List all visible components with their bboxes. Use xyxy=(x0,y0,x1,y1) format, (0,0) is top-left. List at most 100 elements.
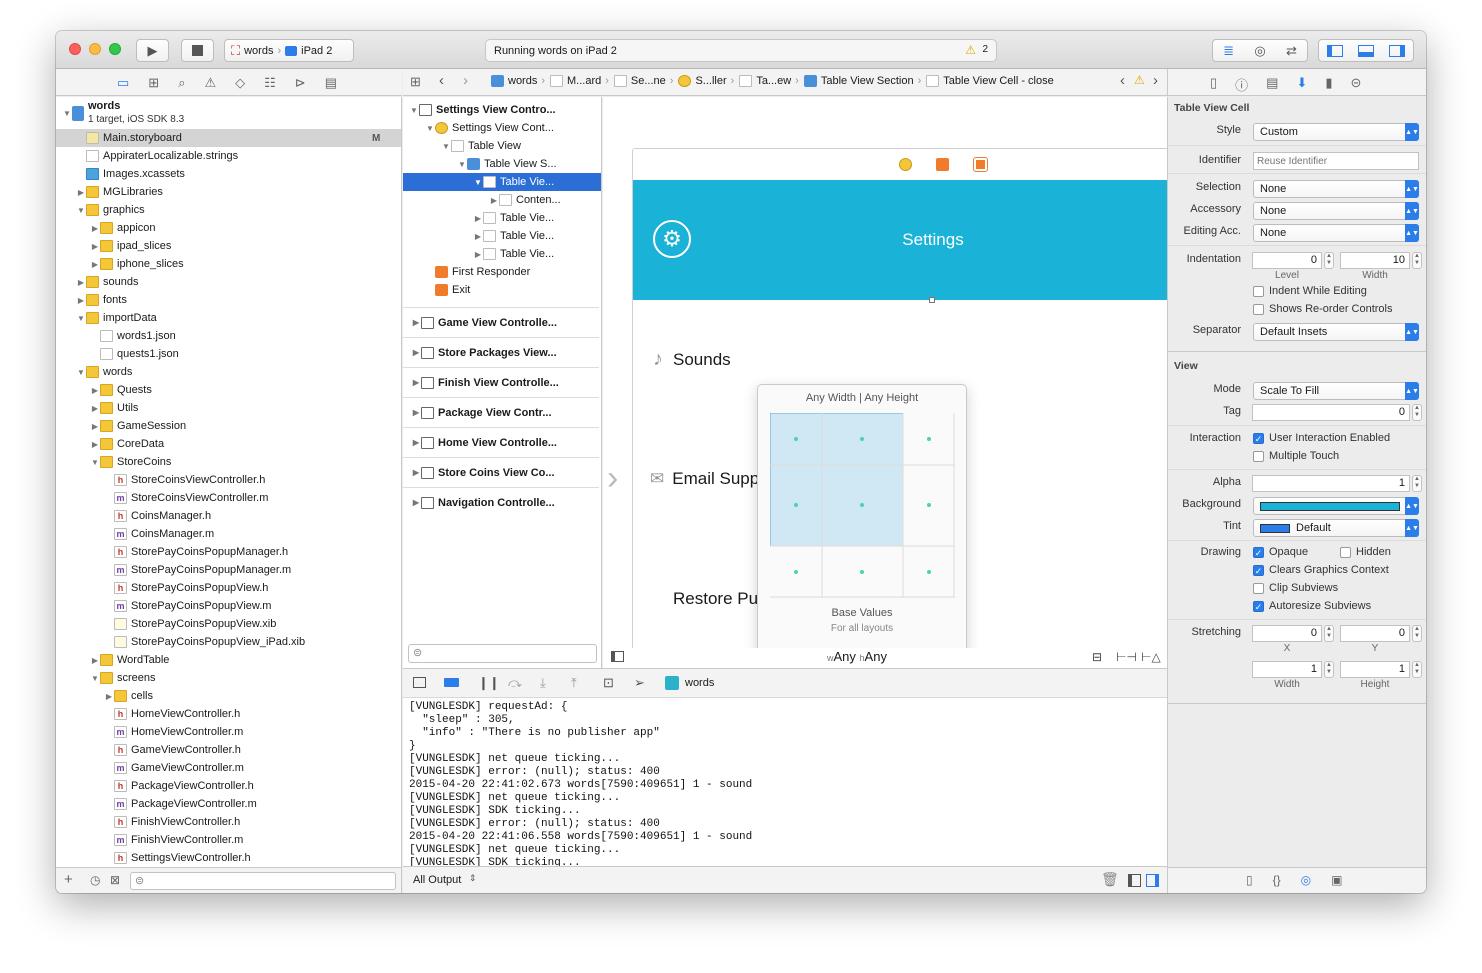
file-tree-item[interactable]: ▶ MGLibraries xyxy=(56,183,401,201)
scheme-selector[interactable]: ⛶ words › iPad 2 xyxy=(224,39,354,62)
standard-editor-icon[interactable]: ≣ xyxy=(1223,43,1234,59)
add-icon[interactable]: + xyxy=(64,871,73,888)
file-tree-item[interactable]: ▶ WordTable xyxy=(56,651,401,669)
shows-reorder-checkbox[interactable] xyxy=(1253,304,1264,315)
opaque-checkbox[interactable]: ✓ xyxy=(1253,547,1264,558)
scm-filter-icon[interactable]: ⊠ xyxy=(110,873,120,887)
scene-item[interactable]: ▶ Navigation Controlle... xyxy=(403,487,599,517)
file-tree-item[interactable]: ▼ words xyxy=(56,363,401,381)
related-items-icon[interactable]: ⊞ xyxy=(410,74,421,90)
size-class-grid[interactable] xyxy=(769,412,955,598)
disclosure-triangle-icon[interactable]: ▶ xyxy=(104,692,114,701)
view-debugger-icon[interactable]: ⊡ xyxy=(603,675,614,691)
file-tree-item[interactable]: Main.storyboard xyxy=(56,129,401,147)
project-root[interactable]: ▼ words 1 target, iOS SDK 8.3 xyxy=(62,99,184,127)
stretch-height-field[interactable]: 1 xyxy=(1340,661,1410,678)
disclosure-triangle-icon[interactable]: ▼ xyxy=(473,178,483,187)
indent-width-field[interactable]: 10 xyxy=(1340,252,1410,269)
navigator-filter-field[interactable]: ⊜ xyxy=(130,872,396,890)
location-icon[interactable]: ➢ xyxy=(634,675,645,691)
file-tree-item[interactable]: ▶ GameSession xyxy=(56,417,401,435)
stretch-width-stepper[interactable]: ▲ ▼ xyxy=(1324,661,1334,678)
file-tree-item[interactable]: ▼ graphics xyxy=(56,201,401,219)
object-library-icon[interactable]: ◎ xyxy=(1301,873,1311,887)
outline-item[interactable]: Exit xyxy=(403,281,601,299)
tint-color-popup[interactable]: Default ▲▼ xyxy=(1253,519,1419,537)
pin-icon[interactable]: ⊢⊣ xyxy=(1116,650,1137,664)
identifier-field[interactable] xyxy=(1253,152,1419,170)
outline-item[interactable]: ▶ Table Vie... xyxy=(403,245,601,263)
file-tree-item[interactable]: quests1.json xyxy=(56,345,401,363)
disclosure-triangle-icon[interactable]: ▼ xyxy=(90,674,100,683)
breakpoints-toggle-icon[interactable] xyxy=(444,678,459,687)
debug-area-toggle-icon[interactable] xyxy=(1357,44,1374,57)
breadcrumb-item[interactable]: S...ller xyxy=(695,75,726,87)
breadcrumb-item[interactable]: Se...ne xyxy=(631,75,666,87)
settings-header[interactable]: ⚙ Settings xyxy=(633,180,1167,300)
file-tree-item[interactable]: h GameViewController.h xyxy=(56,741,401,759)
disclosure-triangle-icon[interactable]: ▶ xyxy=(473,250,483,259)
view-controller-icon[interactable] xyxy=(899,158,912,171)
first-responder-icon[interactable] xyxy=(936,158,949,171)
scene-item[interactable]: ▶ Store Coins View Co... xyxy=(403,457,599,487)
disclosure-triangle-icon[interactable]: ▶ xyxy=(411,378,421,387)
file-tree-item[interactable]: h FinishViewController.h xyxy=(56,813,401,831)
outline-item[interactable]: ▼ Settings View Cont... xyxy=(403,119,601,137)
style-popup[interactable]: Custom ▲▼ xyxy=(1253,123,1419,141)
console-output[interactable]: [VUNGLESDK] requestAd: { "sleep" : 305, … xyxy=(403,698,1167,866)
file-tree-item[interactable]: ▶ Quests xyxy=(56,381,401,399)
run-button[interactable]: ▶ xyxy=(136,39,169,62)
row-sounds[interactable]: ♪ Sounds xyxy=(653,348,731,371)
disclosure-triangle-icon[interactable]: ▶ xyxy=(411,408,421,417)
file-tree-item[interactable]: m GameViewController.m xyxy=(56,759,401,777)
disclosure-triangle-icon[interactable]: ▼ xyxy=(62,109,72,118)
breadcrumb-item[interactable]: Table View Section xyxy=(821,75,914,87)
size-class-control[interactable]: wAny hAny xyxy=(827,649,887,664)
find-navigator-icon[interactable]: ⌕ xyxy=(178,75,185,91)
media-library-icon[interactable]: ▣ xyxy=(1331,873,1342,887)
identity-inspector-icon[interactable]: ▤ xyxy=(1266,75,1278,94)
file-tree-item[interactable]: ▶ Utils xyxy=(56,399,401,417)
disclosure-triangle-icon[interactable]: ▶ xyxy=(411,438,421,447)
outline-item[interactable]: First Responder xyxy=(403,263,601,281)
file-tree-item[interactable]: m PackageViewController.m xyxy=(56,795,401,813)
file-tree-item[interactable]: ▼ StoreCoins xyxy=(56,453,401,471)
selection-popup[interactable]: None ▲▼ xyxy=(1253,180,1419,198)
file-tree-item[interactable]: h CoinsManager.h xyxy=(56,507,401,525)
report-navigator-icon[interactable]: ▤ xyxy=(325,75,337,91)
row-email[interactable]: ✉ Email Supp xyxy=(650,469,759,489)
disclosure-triangle-icon[interactable]: ▶ xyxy=(411,348,421,357)
user-interaction-checkbox[interactable]: ✓ xyxy=(1253,433,1264,444)
stretch-y-stepper[interactable]: ▲ ▼ xyxy=(1412,625,1422,642)
disclosure-triangle-icon[interactable]: ▶ xyxy=(90,386,100,395)
disclosure-triangle-icon[interactable]: ▼ xyxy=(76,368,86,377)
file-tree-item[interactable]: m CoinsManager.m xyxy=(56,525,401,543)
breadcrumb-item[interactable]: words xyxy=(508,75,537,87)
pause-icon[interactable]: ❙❙ xyxy=(478,675,500,691)
stretch-height-stepper[interactable]: ▲ ▼ xyxy=(1412,661,1422,678)
trash-icon[interactable]: 🗑 xyxy=(1101,871,1119,888)
file-tree-item[interactable]: Images.xcassets xyxy=(56,165,401,183)
navigator-toggle-icon[interactable] xyxy=(1326,44,1343,57)
file-inspector-icon[interactable]: ▯ xyxy=(1210,75,1217,94)
test-navigator-icon[interactable]: ◇ xyxy=(235,75,245,91)
file-tree-item[interactable]: h PackageViewController.h xyxy=(56,777,401,795)
debug-navigator-icon[interactable]: ☷ xyxy=(264,75,276,91)
quick-help-icon[interactable]: ⓘ xyxy=(1235,75,1248,94)
outline-item[interactable]: ▶ Table Vie... xyxy=(403,227,601,245)
indent-level-stepper[interactable]: ▲ ▼ xyxy=(1324,252,1334,269)
file-tree-item[interactable]: m StorePayCoinsPopupManager.m xyxy=(56,561,401,579)
indent-width-stepper[interactable]: ▲ ▼ xyxy=(1412,252,1422,269)
indent-while-editing-checkbox[interactable] xyxy=(1253,286,1264,297)
disclosure-triangle-icon[interactable]: ▶ xyxy=(473,214,483,223)
separator-popup[interactable]: Default Insets ▲▼ xyxy=(1253,323,1419,341)
previous-issue-icon[interactable]: ‹ xyxy=(1120,72,1125,89)
breadcrumb-item[interactable]: Ta...ew xyxy=(756,75,791,87)
hide-debug-icon[interactable] xyxy=(413,677,426,688)
disclosure-triangle-icon[interactable]: ▼ xyxy=(76,206,86,215)
file-tree-item[interactable]: h StorePayCoinsPopupManager.h xyxy=(56,543,401,561)
stretch-x-stepper[interactable]: ▲ ▼ xyxy=(1324,625,1334,642)
file-tree-item[interactable]: StorePayCoinsPopupView_iPad.xib xyxy=(56,633,401,651)
breadcrumb-item[interactable]: Table View Cell - close xyxy=(943,75,1053,87)
warning-icon[interactable]: ⚠ xyxy=(1134,73,1145,87)
